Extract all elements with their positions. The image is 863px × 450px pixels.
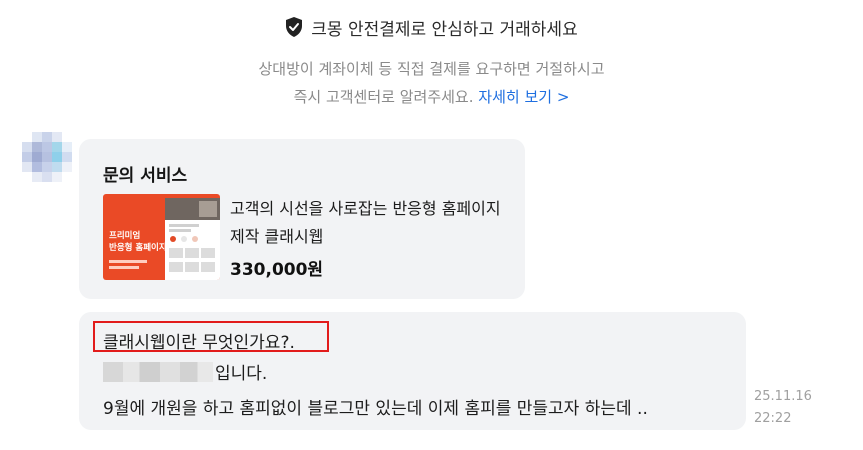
service-card[interactable]: 문의 서비스 프리미엄 반응형 홈페이지 고객의 시선을 사로잡는 반응형 홈페… <box>79 139 525 299</box>
notice-line-1: 상대방이 계좌이체 등 직접 결제를 요구하면 거절하시고 <box>258 60 605 78</box>
service-card-title: 문의 서비스 <box>103 166 188 186</box>
product-price: 330,000원 <box>230 260 324 280</box>
service-thumbnail[interactable]: 프리미엄 반응형 홈페이지 <box>103 194 220 280</box>
notice-line-2: 즉시 고객센터로 알려주세요. 자세히 보기 > <box>0 86 863 107</box>
thumbnail-text-line2: 반응형 홈페이지 <box>109 243 167 253</box>
notice-title-text: 크몽 안전결제로 안심하고 거래하세요 <box>311 19 578 40</box>
message-body: 9월에 개원을 하고 홈피없이 블로그만 있는데 이제 홈피를 만들고자 하는데… <box>103 399 648 419</box>
message-timestamp: 25.11.16 22:22 <box>754 386 812 430</box>
message-intro: 입니다. <box>103 359 267 384</box>
message-time: 22:22 <box>754 411 792 426</box>
thumbnail-text-line1: 프리미엄 <box>109 231 141 241</box>
shield-check-icon <box>286 17 303 37</box>
avatar[interactable] <box>22 132 72 182</box>
safe-payment-notice-title: 크몽 안전결제로 안심하고 거래하세요 <box>0 14 863 40</box>
product-name[interactable]: 고객의 시선을 사로잡는 반응형 홈페이지 제작 클래시웹 <box>230 195 510 251</box>
thumbnail-webpage-preview <box>165 198 220 280</box>
message-bubble: 클래시웹이란 무엇인가요?. 입니다. 9월에 개원을 하고 홈피없이 블로그만… <box>79 312 746 430</box>
message-date: 25.11.16 <box>754 389 812 404</box>
notice-line-2-text: 즉시 고객센터로 알려주세요. <box>293 88 474 106</box>
message-intro-suffix: 입니다. <box>215 364 268 384</box>
detail-link[interactable]: 자세히 보기 > <box>478 88 569 106</box>
thumbnail-text: 프리미엄 반응형 홈페이지 <box>109 230 167 254</box>
message-question: 클래시웹이란 무엇인가요?. <box>103 333 295 353</box>
thumbnail-fine-print <box>109 260 154 269</box>
redacted-name <box>103 361 213 382</box>
